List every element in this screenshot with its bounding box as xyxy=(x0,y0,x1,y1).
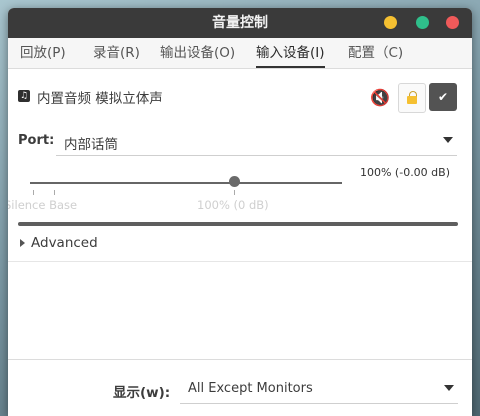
expander-arrow-icon xyxy=(20,239,25,247)
port-label: Port: xyxy=(18,133,55,148)
window-title: 音量控制 xyxy=(212,15,268,31)
volume-value: 100% (-0.00 dB) xyxy=(359,166,450,179)
title-bar: 音量控制 xyxy=(8,8,472,38)
tab-bar: 回放(P) 录音(R) 输出设备(O) 输入设备(I) 配置（C) xyxy=(8,38,472,69)
level-meter xyxy=(18,222,458,226)
tab-configuration[interactable]: 配置（C) xyxy=(348,38,403,68)
slider-tick xyxy=(234,190,235,195)
input-device-panel: ♫ 内置音频 模拟立体声 🔇 ✔ Port: 内部话筒 100% (-0.00 … xyxy=(8,69,472,416)
slider-mark-base: Base xyxy=(49,198,78,212)
slider-tick xyxy=(54,190,55,195)
divider xyxy=(8,261,472,262)
music-note-icon: ♫ xyxy=(18,90,30,102)
lock-channels-button[interactable] xyxy=(398,83,426,113)
chevron-down-icon xyxy=(443,137,453,143)
advanced-label: Advanced xyxy=(31,235,98,251)
port-dropdown[interactable]: 内部话筒 xyxy=(56,123,457,156)
chevron-down-icon xyxy=(444,385,454,391)
slider-mark-100: 100% (0 dB) xyxy=(197,198,269,212)
show-filter-dropdown[interactable]: All Except Monitors xyxy=(180,371,458,404)
port-value: 内部话筒 xyxy=(64,137,118,153)
check-icon: ✔ xyxy=(437,90,449,104)
show-label: 显示(w): xyxy=(113,385,171,401)
device-name: 内置音频 模拟立体声 xyxy=(37,91,163,107)
speaker-mute-icon[interactable]: 🔇 xyxy=(368,86,392,110)
minimize-button[interactable] xyxy=(384,16,397,29)
maximize-button[interactable] xyxy=(416,16,429,29)
volume-control-window: 音量控制 回放(P) 录音(R) 输出设备(O) 输入设备(I) 配置（C) ♫… xyxy=(8,8,472,416)
divider xyxy=(8,359,472,360)
set-default-button[interactable]: ✔ xyxy=(429,83,457,111)
tab-output-devices[interactable]: 输出设备(O) xyxy=(160,38,235,68)
slider-mark-silence-base: Silence Base xyxy=(8,198,77,212)
lock-icon-body xyxy=(407,96,417,104)
tab-playback[interactable]: 回放(P) xyxy=(20,38,66,68)
close-button[interactable] xyxy=(446,16,459,29)
volume-slider[interactable] xyxy=(30,182,342,184)
show-filter-value: All Except Monitors xyxy=(188,381,313,396)
volume-slider-handle[interactable] xyxy=(229,176,240,187)
tab-input-devices[interactable]: 输入设备(I) xyxy=(256,38,325,68)
slider-tick xyxy=(33,190,34,195)
tab-recording[interactable]: 录音(R) xyxy=(93,38,140,68)
slider-mark-silence: Silence xyxy=(8,198,46,212)
